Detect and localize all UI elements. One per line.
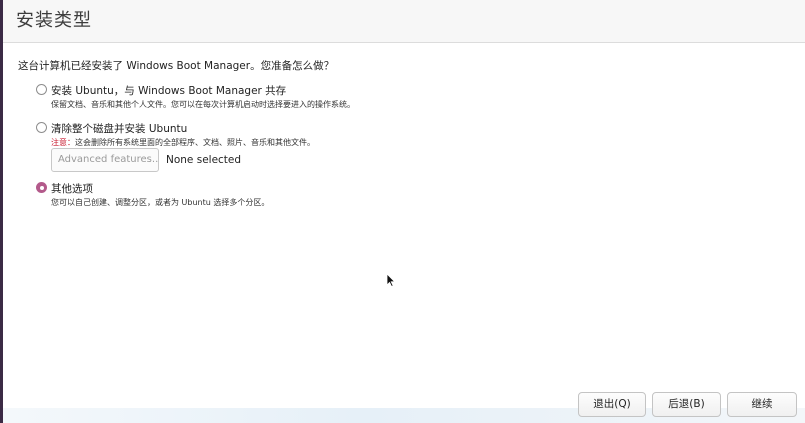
option-coexist-description: 保留文档、音乐和其他个人文件。您可以在每次计算机启动时选择要进入的操作系统。 — [51, 100, 355, 109]
warning-prefix: 注意： — [51, 138, 75, 147]
option-erase-disk-description: 注意：这会删除所有系统里面的全部程序、文档、照片、音乐和其他文件。 — [51, 137, 315, 148]
radio-something-else[interactable] — [36, 182, 47, 193]
quit-button[interactable]: 退出(Q) — [578, 392, 646, 417]
radio-erase-disk[interactable] — [36, 122, 47, 133]
mouse-pointer-icon — [386, 273, 396, 287]
warning-text: 这会删除所有系统里面的全部程序、文档、照片、音乐和其他文件。 — [75, 138, 315, 147]
option-something-else-description: 您可以自己创建、调整分区，或者为 Ubuntu 选择多个分区。 — [51, 198, 270, 207]
option-something-else-label[interactable]: 其他选项 — [51, 181, 93, 196]
page-title: 安装类型 — [16, 10, 92, 31]
option-coexist-label[interactable]: 安装 Ubuntu，与 Windows Boot Manager 共存 — [51, 83, 286, 98]
header-bar: 安装类型 — [3, 0, 805, 43]
advanced-features-status: None selected — [166, 154, 242, 166]
continue-button[interactable]: 继续 — [727, 392, 797, 417]
option-erase-disk-label[interactable]: 清除整个磁盘并安装 Ubuntu — [51, 121, 187, 136]
window-left-edge — [0, 0, 3, 423]
radio-coexist[interactable] — [36, 84, 47, 95]
advanced-features-button[interactable]: Advanced features... — [51, 148, 159, 172]
back-button[interactable]: 后退(B) — [652, 392, 721, 417]
install-question: 这台计算机已经安装了 Windows Boot Manager。您准备怎么做？ — [18, 60, 335, 72]
